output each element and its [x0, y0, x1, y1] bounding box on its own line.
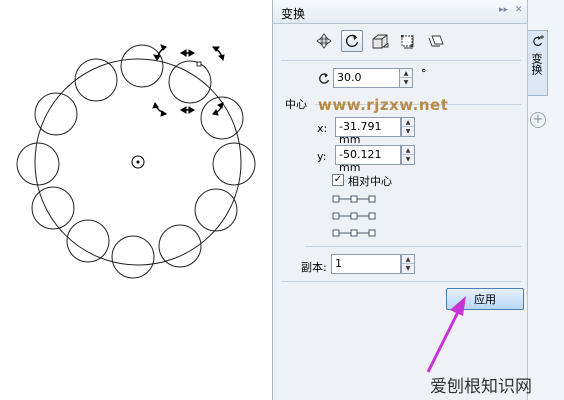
stepper-down-icon[interactable]: ▼ [402, 127, 414, 136]
side-tab-transform[interactable]: 变换 [528, 30, 548, 96]
anchor-point[interactable] [368, 212, 376, 220]
copies-input[interactable]: 1 [331, 254, 401, 274]
close-icon[interactable]: ✕ [515, 5, 523, 15]
stepper-up-icon[interactable]: ▲ [402, 118, 414, 127]
rotation-angle-input[interactable]: 30.0 [333, 68, 401, 88]
degree-unit: ° [421, 67, 427, 80]
anchor-point[interactable] [350, 195, 358, 203]
transform-docker: 变换 ▸▸ ✕ 30.0 ▲ ▼ ° 中心 x: -31.791 mm ▲ ▼ … [272, 0, 528, 400]
copies-stepper[interactable]: ▲ ▼ [401, 254, 415, 274]
stepper-up-icon[interactable]: ▲ [402, 255, 414, 264]
copied-circle[interactable] [16, 142, 60, 186]
rotate-handle-top-left[interactable] [153, 44, 167, 61]
toolbar-divider [281, 60, 521, 61]
rotation-angle-stepper[interactable]: ▲ ▼ [399, 68, 413, 88]
copied-circle[interactable] [168, 60, 212, 104]
anchor-point[interactable] [368, 195, 376, 203]
copied-circle[interactable] [120, 44, 164, 88]
docker-title: 变换 [281, 7, 306, 21]
center-y-stepper[interactable]: ▲ ▼ [401, 145, 415, 165]
rotate-tool-button[interactable] [341, 30, 363, 52]
skew-tool-button[interactable] [425, 30, 447, 52]
rotate-handle-top-right[interactable] [212, 46, 225, 62]
add-docker-icon[interactable]: + [530, 112, 546, 128]
circle-arrangement-drawing [16, 44, 256, 279]
anchor-point[interactable] [350, 212, 358, 220]
side-tab-transform-label: 变换 [530, 53, 543, 75]
docker-title-bar[interactable]: 变换 ▸▸ ✕ [273, 0, 527, 24]
copied-circle[interactable] [158, 224, 202, 268]
copied-circle[interactable] [66, 219, 110, 263]
docker-tab-strip: 变换 + [528, 0, 564, 400]
copied-circle[interactable] [212, 142, 256, 186]
anchor-point[interactable] [368, 229, 376, 237]
position-tool-button[interactable] [313, 30, 335, 52]
stepper-down-icon[interactable]: ▼ [402, 264, 414, 273]
copied-circle[interactable] [31, 186, 75, 230]
copied-circle[interactable] [74, 58, 118, 102]
copies-label: 副本: [301, 261, 327, 274]
copied-circle[interactable] [194, 188, 238, 232]
relative-center-label: 相对中心 [348, 175, 392, 188]
center-y-input[interactable]: -50.121 mm [335, 145, 401, 174]
center-x-stepper[interactable]: ▲ ▼ [401, 117, 415, 137]
center-section-label: 中心 [285, 98, 307, 111]
relative-center-checkbox[interactable]: ✓ [332, 174, 344, 186]
transform-toolbar [273, 28, 527, 56]
anchor-point[interactable] [350, 229, 358, 237]
skew-handle-top[interactable] [180, 49, 195, 57]
transform-tab-icon [533, 35, 544, 46]
rotate-handle-bottom-left[interactable] [152, 101, 168, 117]
apply-button[interactable]: 应用 [446, 288, 524, 310]
watermark-text: www.rjzxw.net [318, 96, 449, 114]
stepper-up-icon[interactable]: ▲ [402, 146, 414, 155]
bottom-watermark-text: 爱刨根知识网 [430, 377, 532, 397]
rotation-angle-icon [319, 73, 330, 84]
drawing-canvas[interactable] [0, 0, 272, 400]
scale-icon [372, 34, 389, 49]
size-icon [401, 35, 414, 49]
size-tool-button[interactable] [397, 30, 419, 52]
skew-handle-bottom[interactable] [180, 106, 195, 114]
anchor-point-selector[interactable] [331, 194, 377, 238]
rotate-icon [345, 34, 359, 48]
stepper-down-icon[interactable]: ▼ [400, 78, 412, 87]
skew-icon [428, 35, 444, 47]
collapse-icon[interactable]: ▸▸ [499, 5, 508, 15]
center-x-input[interactable]: -31.791 mm [335, 117, 401, 146]
copied-circle[interactable] [111, 235, 155, 279]
stepper-up-icon[interactable]: ▲ [400, 69, 412, 78]
anchor-point[interactable] [332, 195, 340, 203]
scale-tool-button[interactable] [369, 30, 391, 52]
stepper-down-icon[interactable]: ▼ [402, 155, 414, 164]
position-icon [316, 33, 332, 49]
center-y-label: y: [317, 150, 327, 163]
rotate-handle-bottom-right[interactable] [212, 102, 224, 116]
rotation-center-marker[interactable] [131, 155, 145, 169]
anchor-point[interactable] [332, 212, 340, 220]
anchor-point[interactable] [332, 229, 340, 237]
apply-divider [281, 281, 521, 282]
center-x-label: x: [317, 122, 328, 135]
rotation-handles[interactable] [152, 44, 225, 117]
copies-divider [305, 246, 521, 247]
